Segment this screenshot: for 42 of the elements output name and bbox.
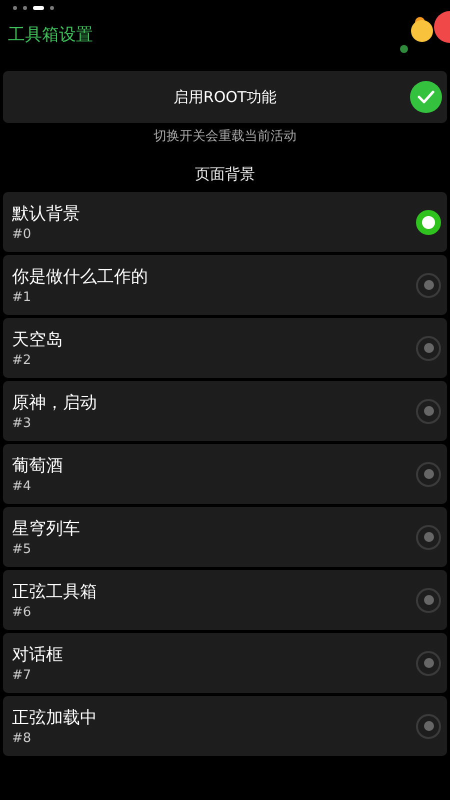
root-checkbox[interactable]	[410, 81, 442, 113]
background-number: #2	[12, 353, 32, 368]
background-number: #1	[12, 290, 32, 305]
radio-button[interactable]	[416, 210, 441, 234]
radio-button[interactable]	[416, 272, 441, 298]
background-option[interactable]: 葡萄酒 #4	[3, 444, 447, 504]
section-title: 页面背景	[194, 165, 256, 184]
background-number: #4	[12, 479, 32, 494]
radio-button[interactable]	[416, 650, 441, 676]
background-name: 正弦加载中	[12, 707, 97, 729]
radio-button[interactable]	[416, 714, 441, 738]
background-option[interactable]: 正弦工具箱 #6	[3, 570, 447, 630]
background-option[interactable]: 默认背景 #0	[3, 192, 447, 252]
background-number: #3	[12, 416, 32, 431]
background-name: 原神，启动	[12, 392, 97, 414]
radio-button[interactable]	[416, 524, 441, 550]
radio-button[interactable]	[416, 462, 441, 486]
background-number: #6	[12, 605, 32, 620]
checkmark-icon	[417, 90, 435, 104]
background-option[interactable]: 对话框 #7	[3, 633, 447, 693]
background-name: 葡萄酒	[12, 455, 63, 477]
background-option[interactable]: 正弦加载中 #8	[3, 696, 447, 756]
page-title: 工具箱设置	[8, 24, 93, 46]
background-option[interactable]: 你是做什么工作的 #1	[3, 255, 447, 315]
background-option[interactable]: 原神，启动 #3	[3, 381, 447, 441]
background-name: 正弦工具箱	[12, 581, 97, 603]
background-name: 你是做什么工作的	[12, 266, 148, 288]
background-option[interactable]: 天空岛 #2	[3, 318, 447, 378]
radio-button[interactable]	[416, 336, 441, 360]
background-number: #5	[12, 542, 32, 557]
background-number: #8	[12, 731, 32, 746]
hint-text: 切换开关会重载当前活动	[152, 128, 298, 145]
background-name: 对话框	[12, 644, 63, 666]
background-name: 默认背景	[12, 203, 80, 225]
background-name: 天空岛	[12, 329, 63, 351]
background-option[interactable]: 星穹列车 #5	[3, 507, 447, 567]
background-number: #0	[12, 227, 32, 242]
root-setting-label: 启用ROOT功能	[173, 88, 277, 106]
background-number: #7	[12, 668, 32, 683]
radio-button[interactable]	[416, 398, 441, 424]
background-name: 星穹列车	[12, 518, 80, 540]
radio-button[interactable]	[416, 588, 441, 612]
